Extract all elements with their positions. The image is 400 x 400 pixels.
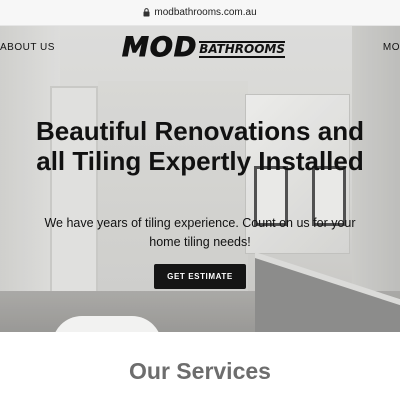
lock-icon [143, 8, 150, 17]
browser-url-bar[interactable]: modbathrooms.com.au [0, 0, 400, 26]
nav-about-us[interactable]: ABOUT US [0, 42, 55, 53]
services-heading: Our Services [129, 358, 271, 384]
logo-mod-text: MOD [121, 32, 198, 63]
nav-menu-item[interactable]: MO [383, 42, 400, 53]
get-estimate-button[interactable]: GET ESTIMATE [154, 264, 246, 289]
site-logo[interactable]: MOD BATHROOMS [121, 30, 285, 63]
hero-subtext: We have years of tiling experience. Coun… [44, 216, 356, 249]
logo-bathrooms-text: BATHROOMS [199, 41, 285, 58]
hero-headline: Beautiful Renovations and all Tiling Exp… [36, 116, 364, 176]
url-text: modbathrooms.com.au [154, 7, 257, 18]
